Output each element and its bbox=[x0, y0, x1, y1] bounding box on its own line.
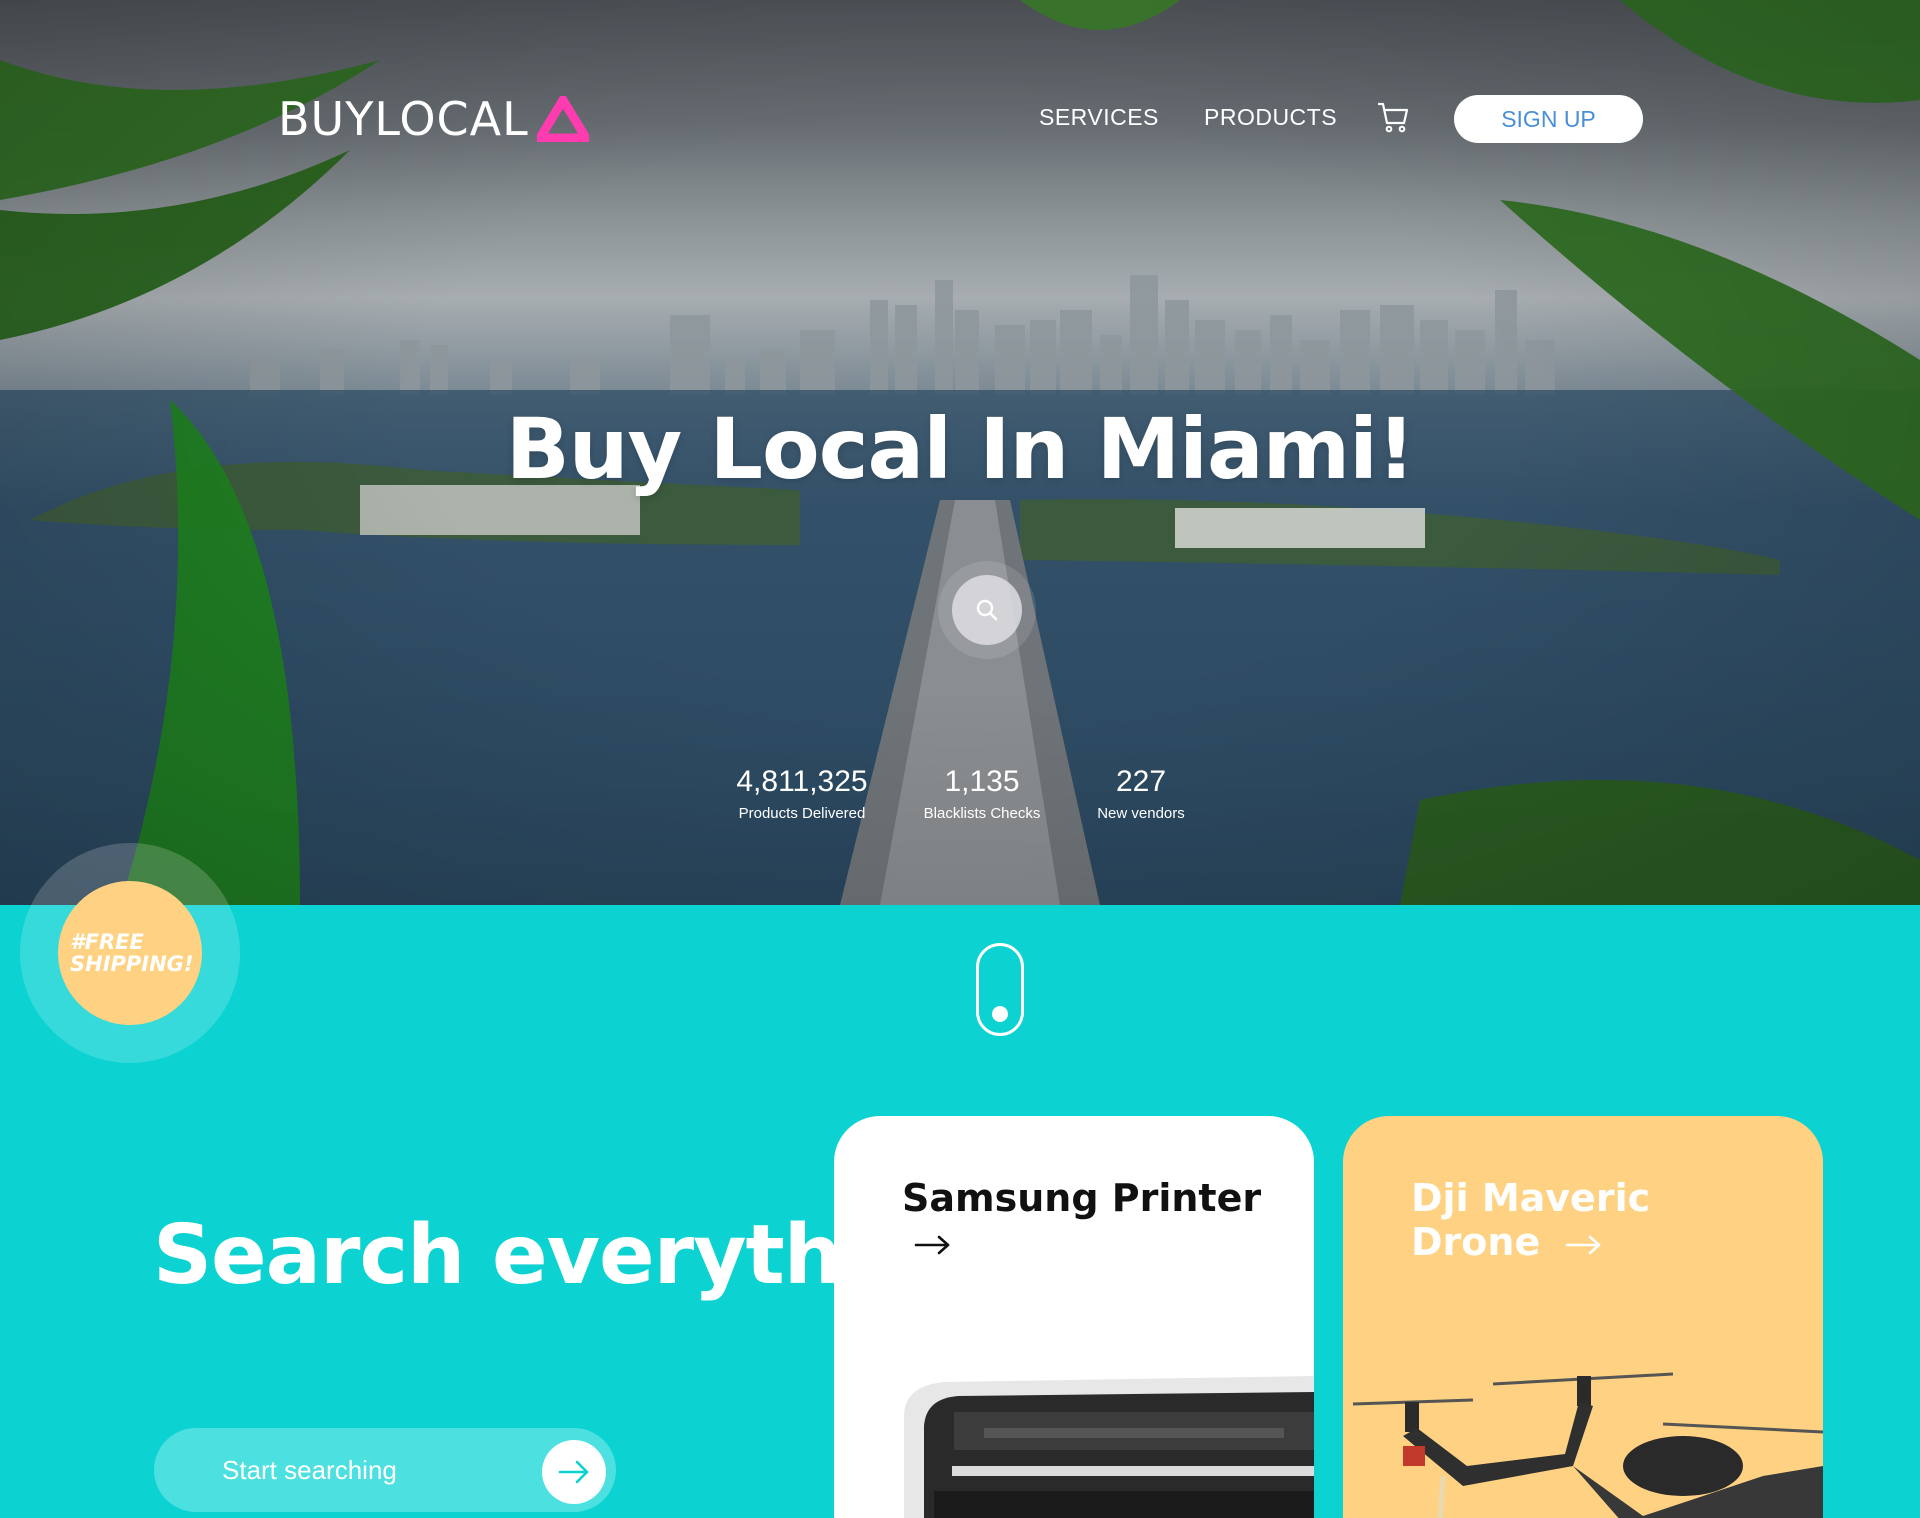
scroll-indicator[interactable] bbox=[976, 943, 1024, 1036]
printer-image bbox=[904, 1376, 1314, 1518]
search-icon bbox=[976, 599, 998, 621]
search-submit-button[interactable] bbox=[542, 1440, 606, 1504]
triangle-logo-icon bbox=[536, 96, 589, 142]
stat-value: 4,811,325 bbox=[736, 765, 868, 798]
search-bar bbox=[154, 1428, 616, 1512]
arrow-right-icon bbox=[1566, 1235, 1601, 1254]
product-title-text: Samsung Printer bbox=[902, 1176, 1262, 1220]
search-input[interactable] bbox=[222, 1450, 522, 1490]
scroll-dot bbox=[992, 1006, 1008, 1022]
stat-new-vendors: 227 New vendors bbox=[1085, 765, 1197, 822]
nav-services-link[interactable]: SERVICES bbox=[1039, 104, 1159, 131]
drone-image bbox=[1352, 1372, 1823, 1518]
stat-value: 1,135 bbox=[944, 765, 1020, 798]
hero-search-button[interactable] bbox=[952, 575, 1022, 645]
hero-section: BUYLOCAL SERVICES PRODUCTS SIGN UP Buy L… bbox=[0, 0, 1920, 905]
free-shipping-badge[interactable]: #FREE SHIPPING! bbox=[58, 881, 202, 1025]
product-card-title: Dji Maveric Drone bbox=[1411, 1176, 1771, 1264]
arrow-right-icon bbox=[558, 1460, 589, 1484]
signup-button[interactable]: SIGN UP bbox=[1454, 95, 1643, 143]
product-title-text: Dji Maveric Drone bbox=[1411, 1176, 1651, 1264]
stat-value: 227 bbox=[1115, 765, 1167, 798]
product-card-drone[interactable]: Dji Maveric Drone bbox=[1343, 1116, 1823, 1518]
cart-icon[interactable] bbox=[1376, 100, 1410, 134]
logo[interactable]: BUYLOCAL bbox=[278, 92, 589, 146]
stat-products-delivered: 4,811,325 Products Delivered bbox=[724, 765, 880, 822]
stat-blacklist-checks: 1,135 Blacklists Checks bbox=[912, 765, 1052, 822]
nav-products-link[interactable]: PRODUCTS bbox=[1204, 104, 1337, 131]
hero-title: Buy Local In Miami! bbox=[505, 400, 1416, 498]
stat-label: Products Delivered bbox=[738, 805, 866, 822]
arrow-right-icon bbox=[914, 1235, 950, 1254]
product-card-printer[interactable]: Samsung Printer bbox=[834, 1116, 1314, 1518]
product-card-title: Samsung Printer bbox=[902, 1176, 1262, 1264]
stat-label: Blacklists Checks bbox=[923, 805, 1041, 822]
stat-label: New vendors bbox=[1097, 805, 1185, 822]
free-shipping-text: #FREE SHIPPING! bbox=[70, 930, 194, 976]
logo-text: BUYLOCAL bbox=[278, 92, 529, 146]
site-header: BUYLOCAL SERVICES PRODUCTS SIGN UP bbox=[0, 0, 1920, 240]
